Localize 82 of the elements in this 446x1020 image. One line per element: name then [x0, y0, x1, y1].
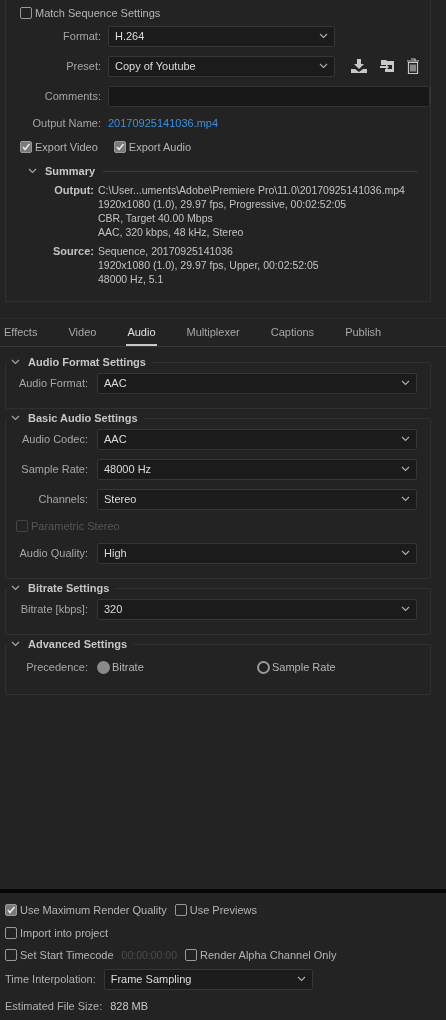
section-title: Bitrate Settings	[28, 582, 110, 594]
tab[interactable]: Publish	[344, 319, 383, 346]
chevron-down-icon[interactable]	[11, 641, 20, 647]
field-label: Channels:	[37, 493, 89, 505]
output-name-link[interactable]: 20170925141036.mp4	[108, 117, 219, 129]
radio-button[interactable]	[97, 660, 110, 674]
field-label: Output Name:	[31, 117, 102, 129]
checkbox-label: Render Alpha Channel Only	[200, 948, 337, 961]
chevron-down-icon	[296, 976, 306, 983]
field-label: Format:	[62, 30, 102, 42]
dropdown[interactable]: AAC	[97, 372, 417, 394]
radio-button[interactable]	[257, 660, 270, 674]
checkbox[interactable]	[174, 904, 187, 917]
checkbox-label: Use Previews	[189, 904, 257, 917]
download-icon[interactable]	[350, 58, 368, 74]
checkbox-label: Match Sequence Settings	[35, 7, 161, 19]
tab[interactable]: Audio	[126, 319, 157, 346]
chevron-down-icon	[401, 380, 410, 386]
summary-label: Output:	[53, 183, 95, 198]
field-label: Sample Rate:	[20, 463, 89, 475]
checkbox-label: Export Audio	[128, 141, 192, 153]
checkbox[interactable]	[5, 904, 17, 917]
checkbox[interactable]	[185, 948, 197, 961]
chevron-down-icon[interactable]	[11, 585, 20, 591]
field-label: Precedence:	[25, 661, 89, 673]
chevron-down-icon	[401, 496, 410, 502]
radio-label: Sample Rate	[272, 661, 336, 673]
summary-text: Sequence, 20170925141036	[98, 244, 234, 258]
file-size-value: 828 MB	[110, 1000, 149, 1013]
field-label: Bitrate [kbps]:	[19, 603, 89, 615]
dropdown[interactable]: 48000 Hz	[97, 458, 417, 480]
summary-text: 1920x1080 (1.0), 29.97 fps, Progressive, 00:02:52:05	[98, 197, 348, 211]
field-label: Estimated File Size:	[5, 1000, 103, 1013]
summary-text: 1920x1080 (1.0), 29.97 fps, Upper, 00:02:52:05	[98, 258, 320, 272]
dropdown[interactable]: Copy of Youtube	[108, 55, 335, 77]
summary-label: Source:	[52, 244, 95, 259]
chevron-down-icon	[319, 33, 328, 39]
chevron-down-icon	[401, 606, 410, 612]
field-label: Time Interpolation:	[5, 973, 96, 986]
tab[interactable]: Effects	[3, 319, 39, 346]
dropdown[interactable]: H.264	[108, 25, 335, 47]
checkbox[interactable]	[5, 926, 17, 939]
checkbox[interactable]	[113, 141, 126, 153]
section-title: Basic Audio Settings	[28, 412, 138, 424]
section-title: Audio Format Settings	[28, 356, 146, 368]
checkbox[interactable]	[20, 7, 32, 19]
summary-text: C:\User...uments\Adobe\Premiere Pro\11.0\20170925141036.mp4	[98, 183, 406, 197]
summary-text: AAC, 320 kbps, 48 kHz, Stereo	[98, 225, 245, 239]
chevron-down-icon	[401, 550, 410, 556]
chevron-down-icon	[401, 436, 410, 442]
tab[interactable]: Captions	[269, 319, 316, 346]
trash-icon[interactable]	[406, 57, 420, 75]
dropdown[interactable]: 320	[97, 598, 417, 620]
checkbox-label: Use Maximum Render Quality	[20, 904, 167, 917]
checkbox-label: Set Start Timecode	[20, 948, 114, 961]
checkbox-label: Import into project	[20, 926, 109, 939]
field-label: Audio Format:	[17, 377, 89, 389]
radio-label: Bitrate	[112, 661, 144, 673]
dropdown[interactable]: High	[97, 542, 417, 564]
checkbox[interactable]	[5, 948, 17, 961]
field-label: Comments:	[43, 90, 102, 102]
dropdown[interactable]: AAC	[97, 428, 417, 450]
summary-text: CBR, Target 40.00 Mbps	[98, 211, 214, 225]
section-title: Advanced Settings	[28, 638, 128, 650]
summary-text: 48000 Hz, 5.1	[98, 272, 165, 286]
chevron-down-icon[interactable]	[11, 359, 20, 365]
checkbox[interactable]	[20, 141, 32, 153]
checkbox-label: Export Video	[35, 141, 98, 153]
dropdown[interactable]: Frame Sampling	[103, 968, 313, 990]
import-icon[interactable]	[379, 58, 395, 74]
dropdown[interactable]: Stereo	[97, 488, 417, 510]
chevron-down-icon	[401, 466, 410, 472]
comments-field[interactable]	[108, 85, 430, 107]
tab[interactable]: Multiplexer	[185, 319, 241, 346]
field-label: Audio Codec:	[20, 433, 89, 445]
chevron-down-icon[interactable]	[28, 168, 37, 174]
chevron-down-icon[interactable]	[11, 415, 20, 421]
tab[interactable]: Video	[67, 319, 98, 346]
chevron-down-icon	[319, 63, 328, 69]
field-label: Preset:	[65, 60, 102, 72]
field-label: Audio Quality:	[18, 547, 89, 559]
section-title: Summary	[45, 165, 96, 177]
